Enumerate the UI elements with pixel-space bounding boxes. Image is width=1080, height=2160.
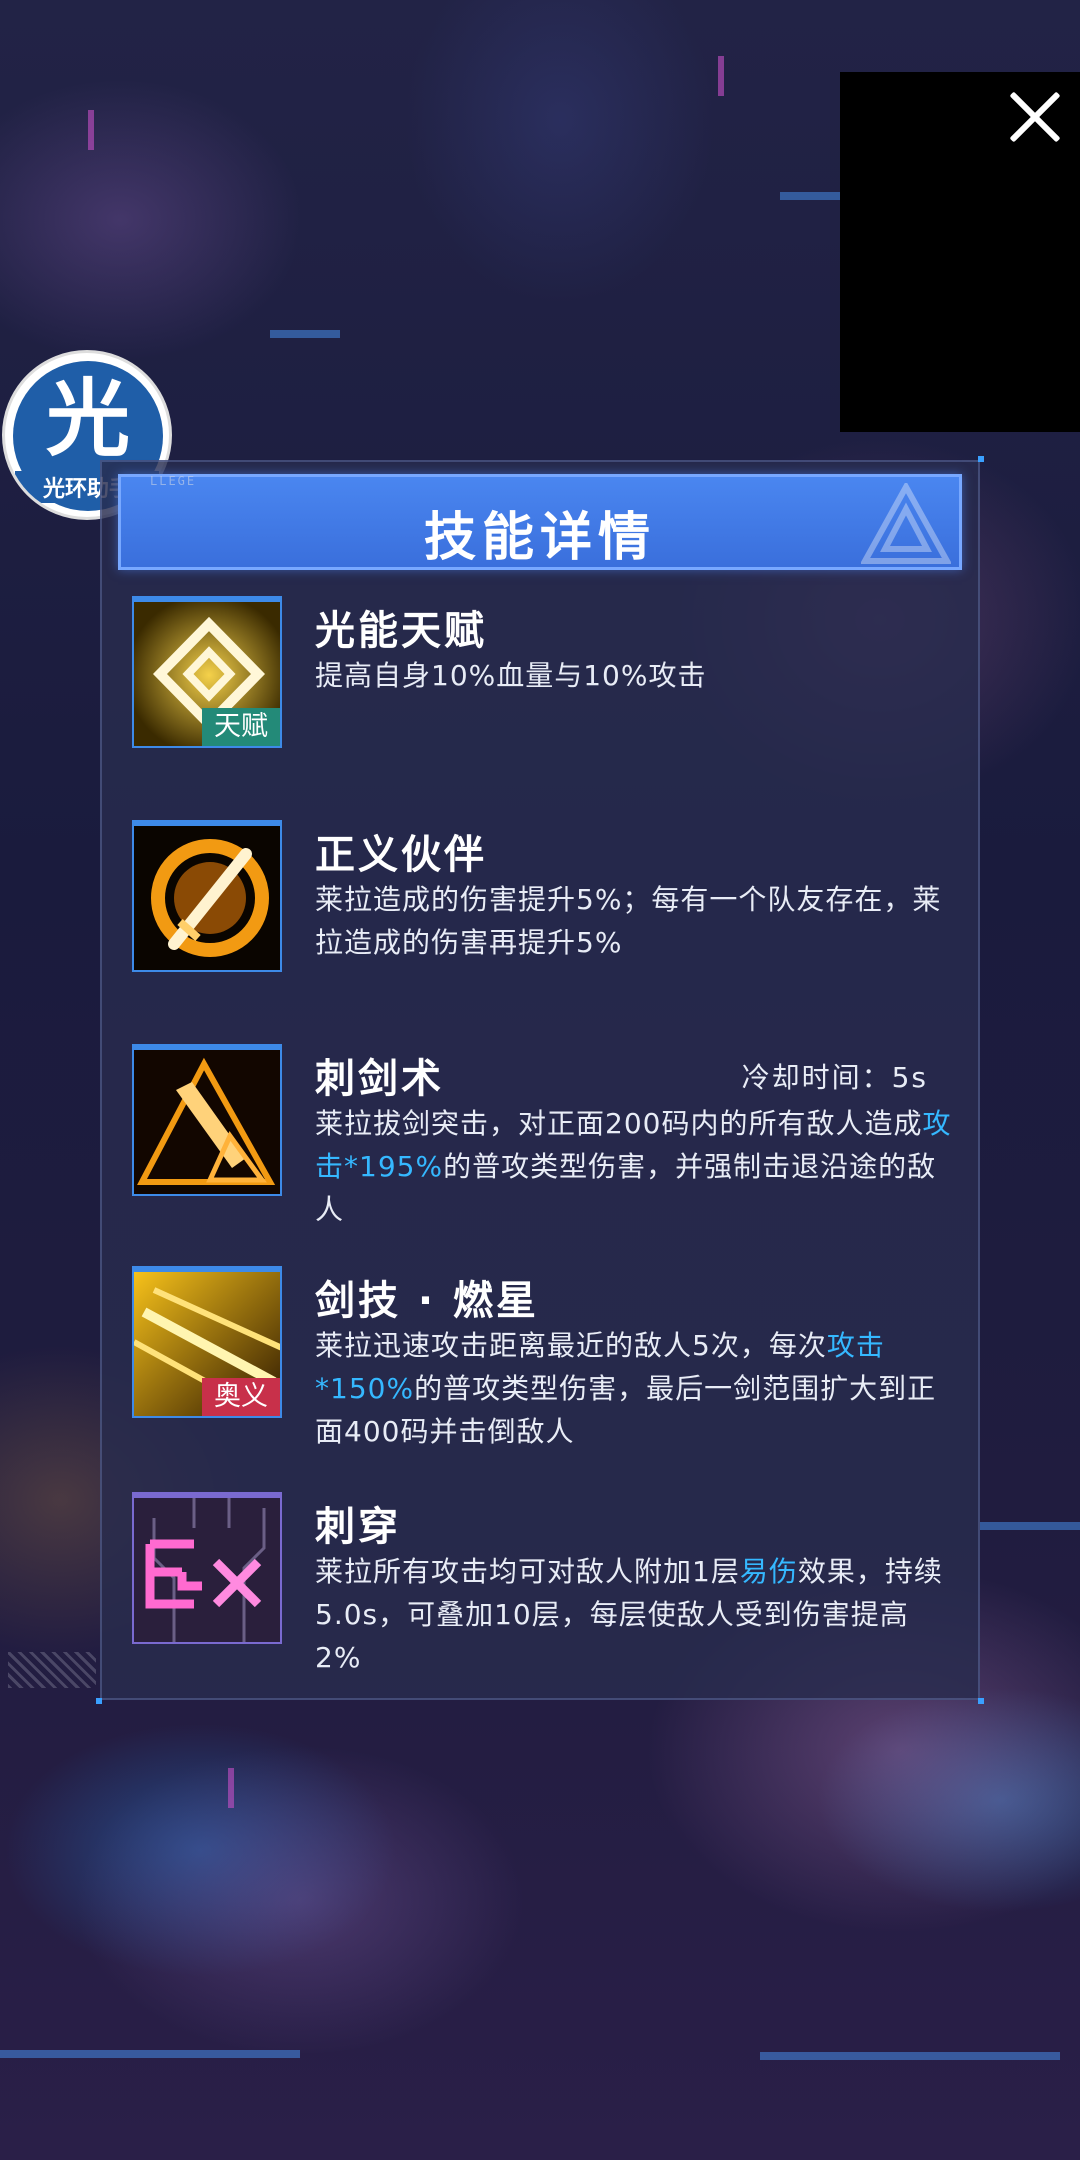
talent-tag: 天赋 xyxy=(202,708,280,746)
skill-item[interactable]: 刺穿 莱拉所有攻击均可对敌人附加1层易伤效果，持续5.0s，可叠加10层，每层使… xyxy=(130,1492,950,1674)
flaming-sword-icon xyxy=(132,820,282,972)
panel-corner xyxy=(978,1698,984,1704)
skill-item[interactable]: 奥义 剑技 · 燃星 莱拉迅速攻击距离最近的敌人5次，每次攻击*150%的普攻类… xyxy=(130,1266,950,1448)
close-button[interactable] xyxy=(1006,88,1064,146)
decorative-hatch xyxy=(8,1652,96,1688)
background-light-streak xyxy=(760,2052,1060,2060)
skill-description: 莱拉造成的伤害提升5%；每有一个队友存在，莱拉造成的伤害再提升5% xyxy=(315,883,942,959)
college-text: LLEGE xyxy=(150,474,197,488)
skill-description: 莱拉所有攻击均可对敌人附加1层易伤效果，持续5.0s，可叠加10层，每层使敌人受… xyxy=(315,1555,943,1674)
skill-name: 刺穿 xyxy=(315,1504,401,1550)
debuff-highlight: 易伤 xyxy=(739,1555,798,1588)
skill-name: 正义伙伴 xyxy=(315,832,487,878)
skill-item[interactable]: 天赋 光能天赋 提高自身10%血量与10%攻击 xyxy=(130,596,950,756)
burning-star-icon: 奥义 xyxy=(132,1266,282,1418)
ex-icon xyxy=(132,1492,282,1644)
skill-name: 剑技 · 燃星 xyxy=(315,1278,540,1324)
background-light-streak xyxy=(88,110,94,150)
background-light-streak xyxy=(270,330,340,338)
skill-name: 光能天赋 xyxy=(315,608,487,654)
skill-description: 提高自身10%血量与10%攻击 xyxy=(315,659,707,692)
skill-name: 刺剑术 xyxy=(315,1056,444,1102)
panel-corner xyxy=(978,456,984,462)
background-light-streak xyxy=(718,56,724,96)
skill-description: 莱拉迅速攻击距离最近的敌人5次，每次攻击*150%的普攻类型伤害，最后一剑范围扩… xyxy=(315,1329,937,1448)
skill-description: 莱拉拔剑突击，对正面200码内的所有敌人造成攻击*195%的普攻类型伤害，并强制… xyxy=(315,1107,952,1226)
triangle-logo-icon xyxy=(861,483,951,564)
cooldown-time: 冷却时间：5s xyxy=(741,1061,928,1094)
skill-item[interactable]: 正义伙伴 莱拉造成的伤害提升5%；每有一个队友存在，莱拉造成的伤害再提升5% xyxy=(130,820,950,980)
background-light-streak xyxy=(980,1522,1080,1530)
diamond-light-icon: 天赋 xyxy=(132,596,282,748)
skill-item[interactable]: 刺剑术 冷却时间：5s 莱拉拔剑突击，对正面200码内的所有敌人造成攻击*195… xyxy=(130,1044,950,1226)
panel-corner xyxy=(96,1698,102,1704)
background-light-streak xyxy=(0,2050,300,2058)
background-light-streak xyxy=(228,1768,234,1808)
panel-header: 技能详情 xyxy=(118,474,962,570)
sword-triangle-icon xyxy=(132,1044,282,1196)
ultimate-tag: 奥义 xyxy=(202,1378,280,1416)
page-title: 技能详情 xyxy=(423,508,656,568)
logo-glyph: 光 xyxy=(45,370,130,468)
